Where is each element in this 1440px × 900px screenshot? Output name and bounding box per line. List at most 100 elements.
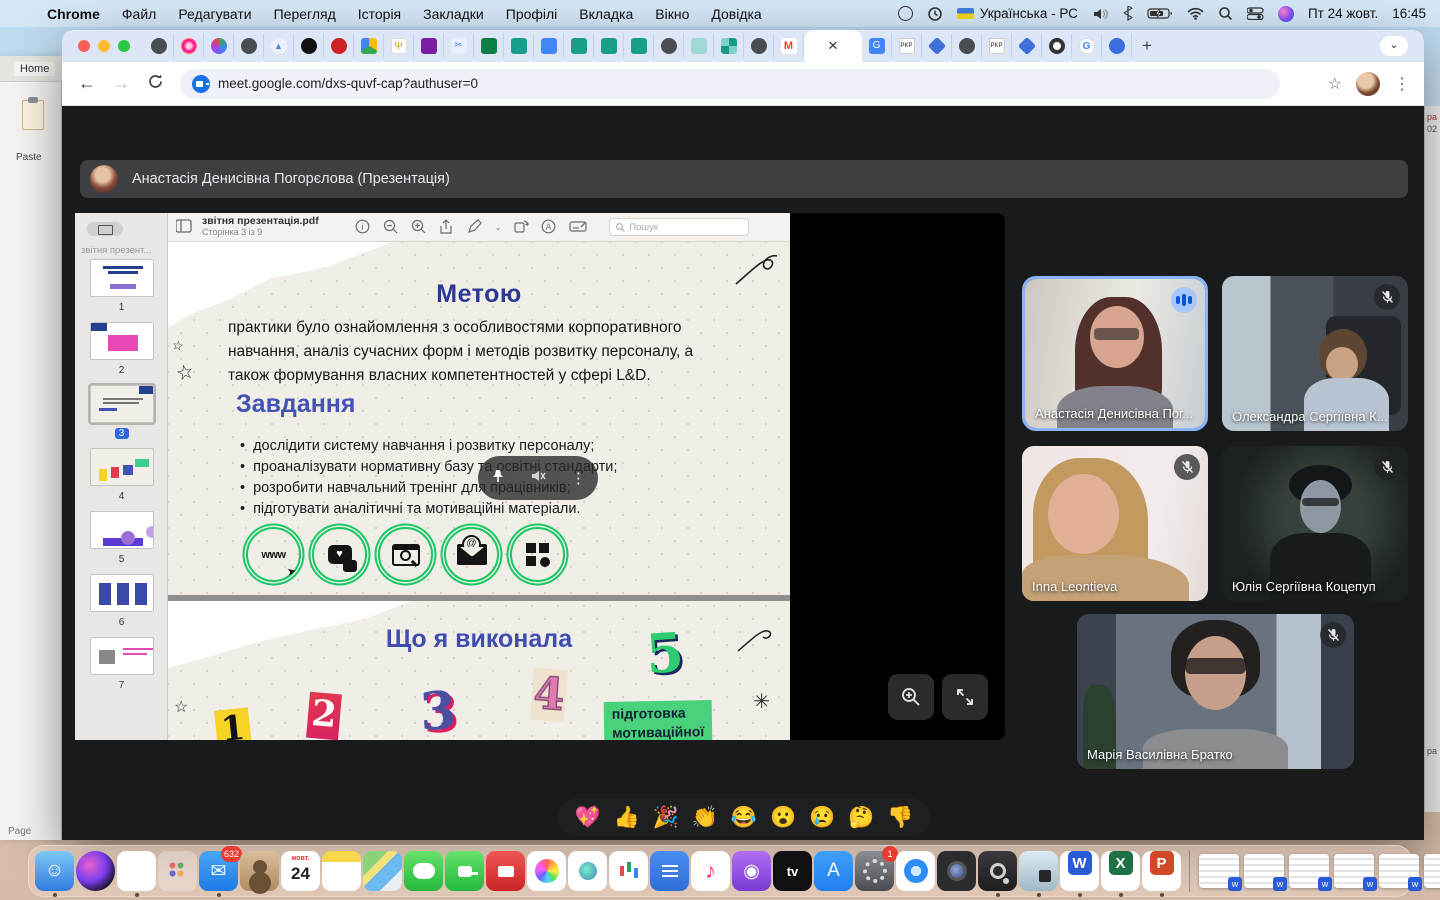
minimized-window[interactable]: w (1199, 854, 1239, 888)
pin-icon[interactable] (490, 468, 506, 489)
battery-icon[interactable] (1147, 7, 1173, 20)
reaction-emoji[interactable]: 👎 (887, 807, 913, 828)
share-icon[interactable] (439, 219, 455, 235)
dock-powerpoint[interactable]: P (1142, 851, 1181, 891)
menu-item[interactable]: Закладки (412, 6, 495, 22)
tab-teal-doc-favicon[interactable] (504, 34, 534, 58)
menu-item[interactable]: Довідка (700, 6, 772, 22)
slide-thumbnail[interactable]: 5 (86, 511, 158, 567)
fullscreen-button[interactable] (942, 674, 988, 720)
zoom-window-button[interactable] (118, 40, 130, 52)
dock-app-store[interactable]: A (814, 851, 853, 891)
tab-chatgpt-favicon[interactable] (294, 34, 324, 58)
reaction-emoji[interactable]: 👏 (692, 807, 718, 828)
dock-word[interactable]: W (1060, 851, 1099, 891)
minimized-window[interactable]: w (1379, 854, 1419, 888)
markup-icon[interactable] (467, 219, 483, 235)
dock-siri[interactable] (76, 851, 115, 891)
dock-docs-app[interactable] (650, 851, 689, 891)
slide-thumbnail[interactable]: 1 (86, 259, 158, 315)
time-machine-icon[interactable] (927, 6, 943, 22)
tab-scissors-favicon[interactable] (444, 34, 474, 58)
menu-item[interactable]: Редагувати (167, 6, 262, 22)
menu-item[interactable]: Вікно (644, 6, 700, 22)
sidebar-toggle-icon[interactable] (176, 219, 192, 235)
dock-creative-app[interactable] (568, 851, 607, 891)
tab-site-favicon[interactable] (234, 34, 264, 58)
bookmark-star-icon[interactable]: ☆ (1328, 74, 1342, 94)
fill-sign-icon[interactable] (569, 219, 585, 235)
new-tab-button[interactable]: + (1132, 36, 1162, 56)
background-window-edge[interactable]: ра 02 ра (1424, 106, 1440, 812)
participant-tile[interactable]: Марія Василівна Братко (1077, 614, 1354, 769)
tab-pkp-favicon[interactable] (892, 34, 922, 58)
menu-item[interactable]: Профілі (495, 6, 569, 22)
zoom-in-icon[interactable] (411, 219, 427, 235)
word-home-tab[interactable]: Home (14, 62, 55, 76)
minimized-window[interactable]: w (1289, 854, 1329, 888)
reaction-emoji[interactable]: 🎉 (653, 807, 679, 828)
bluetooth-icon[interactable] (1123, 6, 1133, 21)
status-app-icon[interactable] (898, 6, 913, 21)
menu-item[interactable]: Файл (111, 6, 167, 22)
markup-dropdown-icon[interactable]: ⌄ (495, 223, 502, 232)
input-source[interactable]: Українська - РС (957, 6, 1078, 21)
slide-thumbnail[interactable]: 4 (86, 448, 158, 504)
tab-tryzub-favicon[interactable] (384, 34, 414, 58)
tab-blue-diamond-favicon[interactable] (1012, 34, 1042, 58)
dock-contacts[interactable] (240, 851, 279, 891)
forward-button[interactable]: → (104, 73, 138, 94)
tab-teal-doc-favicon[interactable] (624, 34, 654, 58)
sidebar-view-button[interactable] (87, 222, 123, 236)
menu-bar-date[interactable]: Пт 24 жовт. (1308, 6, 1378, 21)
dock-preview[interactable] (1019, 851, 1058, 891)
volume-icon[interactable] (1092, 7, 1109, 21)
dock-apple-tv[interactable]: tv (773, 851, 812, 891)
dock-calendar[interactable]: жовт. 24 (281, 851, 320, 891)
tab-search-chevron[interactable]: ⌄ (1380, 36, 1408, 56)
reaction-emoji[interactable]: 👍 (614, 807, 640, 828)
minimized-window[interactable] (1424, 854, 1440, 888)
participant-tile[interactable]: Юлія Сергіївна Коцепуп (1222, 446, 1408, 601)
wifi-icon[interactable] (1187, 7, 1204, 20)
profile-avatar[interactable] (1356, 72, 1380, 96)
menu-item[interactable]: Chrome (36, 6, 111, 22)
tab-purple-list-favicon[interactable] (414, 34, 444, 58)
dock-messages[interactable] (404, 851, 443, 891)
tab-gmail-favicon[interactable] (774, 34, 804, 58)
reaction-emoji[interactable]: 🤔 (848, 807, 874, 828)
tab-globe-favicon[interactable] (1102, 34, 1132, 58)
minimize-window-button[interactable] (98, 40, 110, 52)
tab-lollipop-favicon[interactable] (174, 34, 204, 58)
minimized-window[interactable]: w (1244, 854, 1284, 888)
dock-chrome[interactable] (117, 851, 156, 891)
reload-button[interactable] (138, 73, 172, 95)
tab-site-favicon[interactable] (744, 34, 774, 58)
page-url[interactable]: meet.google.com/dxs-quvf-cap?authuser=0 (218, 76, 478, 91)
menu-item[interactable]: Історія (347, 6, 412, 22)
tab-teal-pattern-favicon[interactable] (714, 34, 744, 58)
dock-camera-app[interactable] (486, 851, 525, 891)
dock-excel[interactable]: X (1101, 851, 1140, 891)
dock-system-settings[interactable]: 1 (855, 851, 894, 891)
menu-item[interactable]: Перегляд (263, 6, 347, 22)
tab-site-favicon[interactable] (952, 34, 982, 58)
paste-clipboard-icon[interactable] (22, 100, 44, 130)
pdf-search-field[interactable]: Пошук (609, 218, 749, 236)
control-center-icon[interactable] (1247, 7, 1264, 20)
active-tab[interactable]: ✕ (804, 30, 862, 62)
tab-teal-doc-favicon[interactable] (564, 34, 594, 58)
dock-charts-app[interactable] (609, 851, 648, 891)
close-tab-icon[interactable]: ✕ (828, 38, 839, 54)
dock-keychain[interactable] (978, 851, 1017, 891)
reaction-emoji[interactable]: 😂 (731, 807, 757, 828)
dock-photos[interactable] (527, 851, 566, 891)
slide-thumbnail[interactable]: 7 (86, 637, 158, 693)
participant-tile[interactable]: Inna Leontieva (1022, 446, 1208, 601)
dock-launchpad[interactable] (158, 851, 197, 891)
address-bar[interactable]: meet.google.com/dxs-quvf-cap?authuser=0 (180, 69, 1280, 99)
reaction-emoji[interactable]: 😢 (809, 807, 835, 828)
slide-thumbnail[interactable]: 3 (86, 385, 158, 441)
rotate-icon[interactable] (513, 219, 529, 235)
slide-thumbnail[interactable]: 6 (86, 574, 158, 630)
